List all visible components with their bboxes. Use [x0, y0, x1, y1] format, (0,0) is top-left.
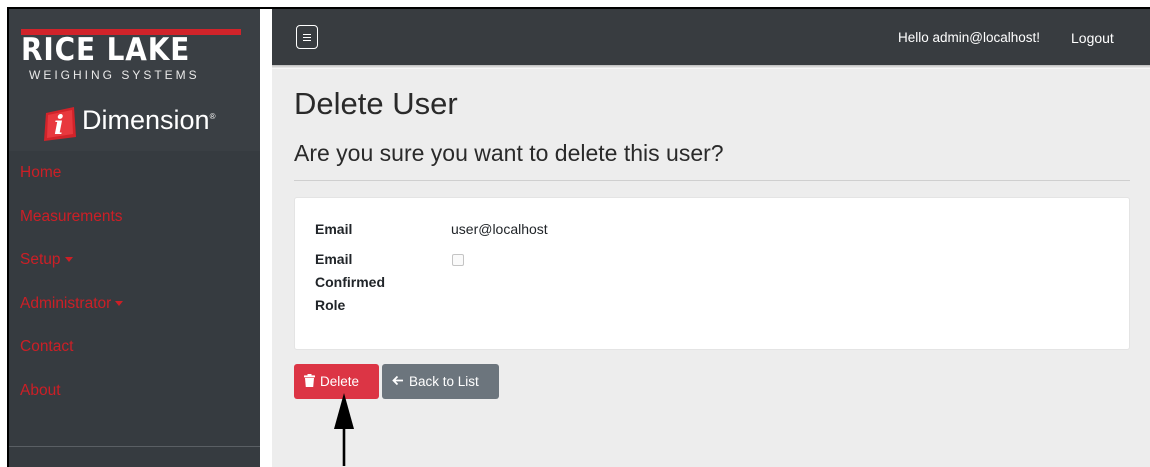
- dimension-product-name: Dimension®: [82, 105, 215, 136]
- logout-link[interactable]: Logout: [1071, 30, 1114, 46]
- sidebar-item-contact[interactable]: Contact: [9, 325, 260, 369]
- email-confirmed-label: Email Confirmed: [315, 248, 385, 294]
- sidebar-item-measurements[interactable]: Measurements: [9, 195, 260, 239]
- delete-confirmation-heading: Are you sure you want to delete this use…: [294, 140, 724, 166]
- email-confirmed-checkbox: [452, 254, 464, 266]
- sidebar-nav: Home Measurements Setup Administrator Co…: [9, 151, 260, 412]
- sidebar-item-setup[interactable]: Setup: [9, 238, 260, 282]
- sidebar-item-label: Setup: [20, 251, 61, 268]
- sidebar-toggle-button[interactable]: [296, 25, 318, 49]
- caret-down-icon: [115, 300, 124, 306]
- delete-button-label: Delete: [320, 374, 360, 389]
- top-navbar: Hello admin@localhost! Logout: [272, 9, 1150, 65]
- back-to-list-label: Back to List: [409, 374, 479, 389]
- main-content: Delete User Are you sure you want to del…: [272, 69, 1150, 467]
- page-title: Delete User: [294, 86, 458, 121]
- sidebar-item-label: Administrator: [20, 294, 112, 312]
- sidebar-item-about[interactable]: About: [9, 369, 260, 413]
- app-window: RICE LAKE WEIGHING SYSTEMS i Dimension® …: [7, 7, 1150, 467]
- brand-logo-area[interactable]: RICE LAKE WEIGHING SYSTEMS i Dimension®: [9, 9, 260, 151]
- caret-down-icon: [64, 257, 73, 263]
- email-value: user@localhost: [451, 221, 548, 237]
- annotation-arrow-icon: [334, 393, 354, 466]
- registered-mark: ®: [209, 112, 216, 121]
- back-to-list-button[interactable]: Back to List: [382, 364, 499, 399]
- user-greeting[interactable]: Hello admin@localhost!: [898, 30, 1040, 45]
- sidebar-item-home[interactable]: Home: [9, 151, 260, 195]
- sidebar: RICE LAKE WEIGHING SYSTEMS i Dimension® …: [9, 9, 260, 467]
- sidebar-item-label: Measurements: [20, 207, 123, 225]
- dimension-product-label: Dimension: [82, 105, 210, 135]
- dimension-i-logo-icon: i: [44, 107, 76, 141]
- sidebar-item-label: About: [20, 381, 61, 399]
- email-confirmed-label-line2: Confirmed: [315, 274, 385, 290]
- email-label: Email: [315, 221, 353, 237]
- email-confirmed-label-line1: Email: [315, 251, 353, 267]
- sidebar-item-administrator[interactable]: Administrator: [9, 282, 260, 326]
- trash-icon: [304, 374, 315, 388]
- sidebar-item-label: Contact: [20, 338, 74, 355]
- sidebar-item-label: Home: [20, 164, 62, 181]
- role-label: Role: [315, 297, 346, 313]
- rice-lake-logo-subtitle: WEIGHING SYSTEMS: [29, 68, 200, 82]
- user-details-card: Email user@localhost Email Confirmed Rol…: [294, 197, 1130, 350]
- sidebar-divider: [9, 446, 260, 447]
- arrow-left-icon: [392, 376, 403, 386]
- rice-lake-logo-text: RICE LAKE: [21, 32, 191, 68]
- svg-text:i: i: [54, 111, 64, 141]
- section-divider: [294, 180, 1130, 181]
- hamburger-menu-icon: [303, 33, 311, 41]
